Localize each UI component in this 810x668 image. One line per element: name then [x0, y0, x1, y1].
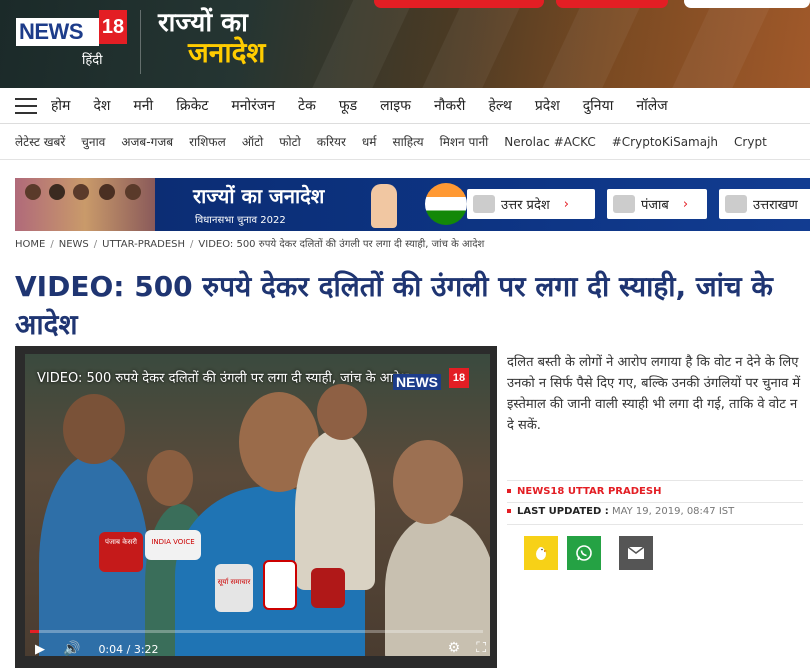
- banner-title: राज्यों का जनादेश: [193, 184, 325, 208]
- nav-item-cricket[interactable]: क्रिकेट: [176, 96, 208, 115]
- voters-image: [15, 178, 155, 231]
- nav-item-home[interactable]: होम: [51, 96, 70, 115]
- nav-item-jobs[interactable]: नौकरी: [434, 96, 466, 115]
- subnav-item[interactable]: Crypt: [734, 135, 767, 149]
- subnav-item[interactable]: फोटो: [279, 133, 301, 150]
- news18-logo[interactable]: NEWS 18 हिंदी: [16, 8, 128, 70]
- article-summary: दलित बस्ती के लोगों ने आरोप लगाया है कि …: [507, 355, 801, 433]
- nav-item-life[interactable]: लाइफ: [380, 96, 411, 115]
- page-title: VIDEO: 500 रुपये देकर दलितों की उंगली पर…: [15, 270, 773, 341]
- settings-icon[interactable]: ⚙: [448, 640, 461, 656]
- koo-icon: [536, 547, 547, 560]
- news18-watermark: NEWS 18: [393, 368, 473, 390]
- subnav-item[interactable]: #CryptoKiSamajh: [612, 135, 718, 149]
- article-source: NEWS18 UTTAR PRADESH: [507, 486, 803, 497]
- volume-icon[interactable]: 🔊: [63, 641, 80, 657]
- nav-item-tech[interactable]: टेक: [298, 96, 316, 115]
- subnav-item[interactable]: करियर: [317, 133, 346, 150]
- subnav-item[interactable]: मिशन पानी: [440, 133, 489, 150]
- subnav-item[interactable]: साहित्य: [392, 133, 423, 150]
- whatsapp-share-button[interactable]: [567, 536, 601, 570]
- breadcrumb: HOME / NEWS / UTTAR-PRADESH / VIDEO: 500 रुपये…: [15, 239, 485, 250]
- nav-item-entertainment[interactable]: मनोरंजन: [231, 96, 275, 115]
- primary-nav: होम देश मनी क्रिकेट मनोरंजन टेक फूड लाइफ…: [0, 88, 810, 124]
- menu-icon[interactable]: [15, 97, 37, 114]
- subnav-item[interactable]: राशिफल: [189, 133, 226, 150]
- nav-item-food[interactable]: फूड: [339, 96, 357, 115]
- election-banner[interactable]: राज्यों का जनादेश विधानसभा चुनाव 2022 उत…: [15, 178, 810, 231]
- mail-icon: [627, 546, 645, 559]
- video-title: VIDEO: 500 रुपये देकर दलितों की उंगली पर…: [37, 371, 409, 386]
- banner-subtitle: विधानसभा चुनाव 2022: [195, 215, 286, 226]
- subnav-item[interactable]: धर्म: [362, 133, 377, 150]
- mic-label: पंजाब केसरी: [99, 532, 143, 572]
- video-time: 0:04 / 3:22: [98, 642, 159, 656]
- mic-label: [311, 568, 345, 608]
- subnav-item[interactable]: Nerolac #ACKC: [504, 135, 596, 149]
- rajyon-ka-janadesh-logo[interactable]: राज्यों का जनादेश: [158, 8, 265, 68]
- mic-label: INDIA VOICE: [145, 530, 201, 560]
- nav-item-desh[interactable]: देश: [93, 96, 110, 115]
- nav-item-money[interactable]: मनी: [133, 96, 153, 115]
- video-controls: ▶ 🔊 0:04 / 3:22 ⚙ ⛶: [25, 636, 490, 662]
- play-icon[interactable]: ▶: [35, 642, 45, 657]
- koo-share-button[interactable]: [524, 536, 558, 570]
- nav-item-health[interactable]: हेल्थ: [488, 96, 511, 115]
- nav-item-pradesh[interactable]: प्रदेश: [535, 96, 560, 115]
- chevron-right-icon: ›: [682, 196, 689, 212]
- video-frame[interactable]: पंजाब केसरी INDIA VOICE सूर्या समाचार VI…: [25, 354, 490, 656]
- chevron-right-icon: ›: [563, 196, 569, 212]
- top-promo-pill[interactable]: [556, 0, 668, 8]
- fullscreen-icon[interactable]: ⛶: [476, 640, 486, 656]
- breadcrumb-uttar-pradesh[interactable]: UTTAR-PRADESH: [102, 239, 185, 250]
- up-map-icon: [473, 195, 495, 213]
- subnav-item[interactable]: ऑटो: [242, 133, 263, 150]
- video-progress-bar[interactable]: [30, 630, 483, 633]
- subnav-item[interactable]: लेटेस्ट खबरें: [15, 133, 65, 150]
- breadcrumb-current: VIDEO: 500 रुपये देकर दलितों की उंगली पर…: [198, 239, 485, 250]
- mail-share-button[interactable]: [619, 536, 653, 570]
- nav-item-world[interactable]: दुनिया: [583, 96, 614, 115]
- inked-finger-icon: [371, 184, 397, 228]
- nav-item-knowledge[interactable]: नॉलेज: [636, 96, 667, 115]
- whatsapp-icon: [576, 545, 592, 561]
- subnav-item[interactable]: चुनाव: [81, 133, 105, 150]
- mic-label: [263, 560, 297, 610]
- subnav-item[interactable]: अजब-गजब: [121, 133, 173, 150]
- video-progress-fill: [30, 630, 40, 633]
- article-updated: LAST UPDATED : MAY 19, 2019, 08:47 IST: [507, 506, 803, 517]
- state-button-punjab[interactable]: पंजाब ›: [607, 189, 707, 219]
- punjab-map-icon: [613, 195, 635, 213]
- top-promo-pill[interactable]: [684, 0, 810, 8]
- breadcrumb-home[interactable]: HOME: [15, 239, 45, 250]
- top-promo-pill[interactable]: [374, 0, 544, 8]
- uttarakhand-map-icon: [725, 195, 747, 213]
- top-header: NEWS 18 हिंदी राज्यों का जनादेश: [0, 0, 810, 88]
- secondary-nav: लेटेस्ट खबरें चुनाव अजब-गजब राशिफल ऑटो फ…: [0, 124, 810, 160]
- breadcrumb-news[interactable]: NEWS: [59, 239, 89, 250]
- state-button-uttarakhand[interactable]: उत्तराखण: [719, 189, 810, 219]
- state-button-up[interactable]: उत्तर प्रदेश ›: [467, 189, 595, 219]
- video-player[interactable]: पंजाब केसरी INDIA VOICE सूर्या समाचार VI…: [15, 346, 497, 668]
- mic-label: सूर्या समाचार: [215, 564, 253, 612]
- india-flag-icon: [425, 183, 467, 225]
